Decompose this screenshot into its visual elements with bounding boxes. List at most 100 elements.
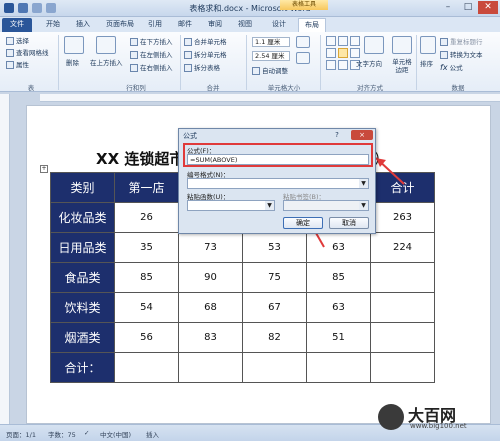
insert-right-button[interactable]: 在右侧插入	[130, 62, 173, 72]
ok-button[interactable]: 确定	[283, 217, 323, 229]
cell-margins-icon[interactable]	[392, 36, 412, 54]
table-cell[interactable]	[370, 262, 435, 293]
formula-button[interactable]: fx 公式	[440, 62, 463, 72]
align-middle-right-icon[interactable]	[350, 48, 360, 58]
table-cell[interactable]	[114, 352, 179, 383]
spellcheck-icon[interactable]: ✓	[84, 429, 89, 437]
insert-above-button[interactable]: 在上方插入	[90, 57, 123, 67]
save-icon[interactable]	[18, 3, 28, 13]
table-cell[interactable]: 63	[306, 292, 371, 323]
table-cell[interactable]: 26	[114, 202, 179, 233]
formula-input[interactable]: =SUM(ABOVE)	[187, 154, 369, 165]
table-cell[interactable]: 56	[114, 322, 179, 353]
merge-cells-button[interactable]: 合并单元格	[184, 36, 227, 46]
status-page[interactable]: 页面：1/1	[6, 429, 36, 439]
row-label-cell[interactable]: 烟酒类	[50, 322, 115, 353]
paste-function-select[interactable]: ▼	[187, 200, 275, 211]
row-label-cell[interactable]: 合计：	[50, 352, 115, 383]
maximize-button[interactable]: □	[458, 1, 478, 14]
tab-home[interactable]: 开始	[40, 18, 66, 32]
table-cell[interactable]: 85	[114, 262, 179, 293]
table-cell[interactable]: 85	[306, 262, 371, 293]
tab-file[interactable]: 文件	[2, 18, 32, 32]
undo-icon[interactable]	[32, 3, 42, 13]
select-button[interactable]: 选择	[6, 35, 29, 45]
table-cell[interactable]	[178, 352, 243, 383]
align-bottom-left-icon[interactable]	[326, 60, 336, 70]
text-direction-button[interactable]: 文字方向	[356, 58, 382, 68]
align-middle-center-icon[interactable]	[338, 48, 348, 58]
tab-references[interactable]: 引用	[142, 18, 168, 32]
tab-page-layout[interactable]: 页面布局	[100, 18, 140, 32]
tab-mailings[interactable]: 邮件	[172, 18, 198, 32]
table-cell[interactable]	[370, 292, 435, 323]
tab-design[interactable]: 设计	[266, 18, 292, 32]
header-cell[interactable]: 类别	[50, 172, 115, 203]
align-top-right-icon[interactable]	[350, 36, 360, 46]
insert-below-button[interactable]: 在下方插入	[130, 36, 173, 46]
dialog-close-button[interactable]: ×	[351, 130, 373, 140]
minimize-button[interactable]: –	[438, 1, 458, 14]
align-top-center-icon[interactable]	[338, 36, 348, 46]
status-word-count[interactable]: 字数：75	[48, 429, 76, 439]
align-bottom-center-icon[interactable]	[338, 60, 348, 70]
table-cell[interactable]	[370, 322, 435, 353]
table-cell[interactable]: 82	[242, 322, 307, 353]
tab-layout[interactable]: 布局	[298, 18, 326, 32]
delete-button[interactable]: 删除	[66, 57, 79, 67]
repeat-header-button[interactable]: 重复标题行	[440, 36, 483, 46]
cancel-button[interactable]: 取消	[329, 217, 369, 229]
convert-text-icon	[440, 51, 448, 59]
cell-margins-button[interactable]: 单元格边距	[390, 58, 414, 74]
tab-view[interactable]: 视图	[232, 18, 258, 32]
table-cell[interactable]: 35	[114, 232, 179, 263]
split-table-button[interactable]: 拆分表格	[184, 62, 220, 72]
row-label-cell[interactable]: 日用品类	[50, 232, 115, 263]
table-cell[interactable]: 54	[114, 292, 179, 323]
cell-height-input[interactable]: 1.1 厘米	[252, 37, 290, 47]
table-cell[interactable]: 83	[178, 322, 243, 353]
table-cell[interactable]: 68	[178, 292, 243, 323]
close-window-button[interactable]: ✕	[478, 1, 498, 14]
row-label-cell[interactable]: 饮料类	[50, 292, 115, 323]
row-label-cell[interactable]: 食品类	[50, 262, 115, 293]
tab-review[interactable]: 审阅	[202, 18, 228, 32]
help-button[interactable]: ?	[331, 130, 343, 140]
insert-above-icon[interactable]	[96, 36, 116, 54]
table-cell[interactable]: 75	[242, 262, 307, 293]
split-cells-button[interactable]: 拆分单元格	[184, 49, 227, 59]
number-format-select[interactable]: ▼	[187, 178, 369, 189]
table-cell[interactable]	[306, 352, 371, 383]
sort-button[interactable]: 排序	[420, 58, 433, 68]
properties-button[interactable]: 属性	[6, 59, 29, 69]
distribute-rows-icon[interactable]	[296, 36, 310, 48]
table-cell[interactable]	[370, 352, 435, 383]
autofit-button[interactable]: 自动调整	[252, 65, 288, 75]
cell-width-input[interactable]: 2.54 厘米	[252, 51, 290, 61]
insert-left-button[interactable]: 在左侧插入	[130, 49, 173, 59]
redo-icon[interactable]	[46, 3, 56, 13]
align-top-left-icon[interactable]	[326, 36, 336, 46]
tab-insert[interactable]: 插入	[70, 18, 96, 32]
status-language[interactable]: 中文(中国)	[100, 429, 131, 439]
sort-icon[interactable]	[420, 36, 436, 54]
table-cell[interactable]	[242, 352, 307, 383]
row-label-cell[interactable]: 化妆品类	[50, 202, 115, 233]
table-cell[interactable]: 73	[178, 232, 243, 263]
text-direction-icon[interactable]	[364, 36, 384, 54]
table-cell[interactable]: 53	[242, 232, 307, 263]
status-insert-mode[interactable]: 插入	[146, 429, 159, 439]
table-move-handle-icon[interactable]: +	[40, 165, 48, 173]
header-cell[interactable]: 第一店	[114, 172, 179, 203]
vertical-ruler[interactable]	[0, 94, 10, 424]
delete-icon[interactable]	[64, 36, 84, 54]
distribute-cols-icon[interactable]	[296, 52, 310, 64]
horizontal-ruler[interactable]	[40, 94, 500, 102]
view-gridlines-button[interactable]: 查看网格线	[6, 47, 49, 57]
paste-bookmark-select[interactable]: ▼	[283, 200, 369, 211]
table-cell[interactable]: 90	[178, 262, 243, 293]
align-middle-left-icon[interactable]	[326, 48, 336, 58]
table-cell[interactable]: 51	[306, 322, 371, 353]
table-cell[interactable]: 67	[242, 292, 307, 323]
convert-text-button[interactable]: 转换为文本	[440, 49, 483, 59]
